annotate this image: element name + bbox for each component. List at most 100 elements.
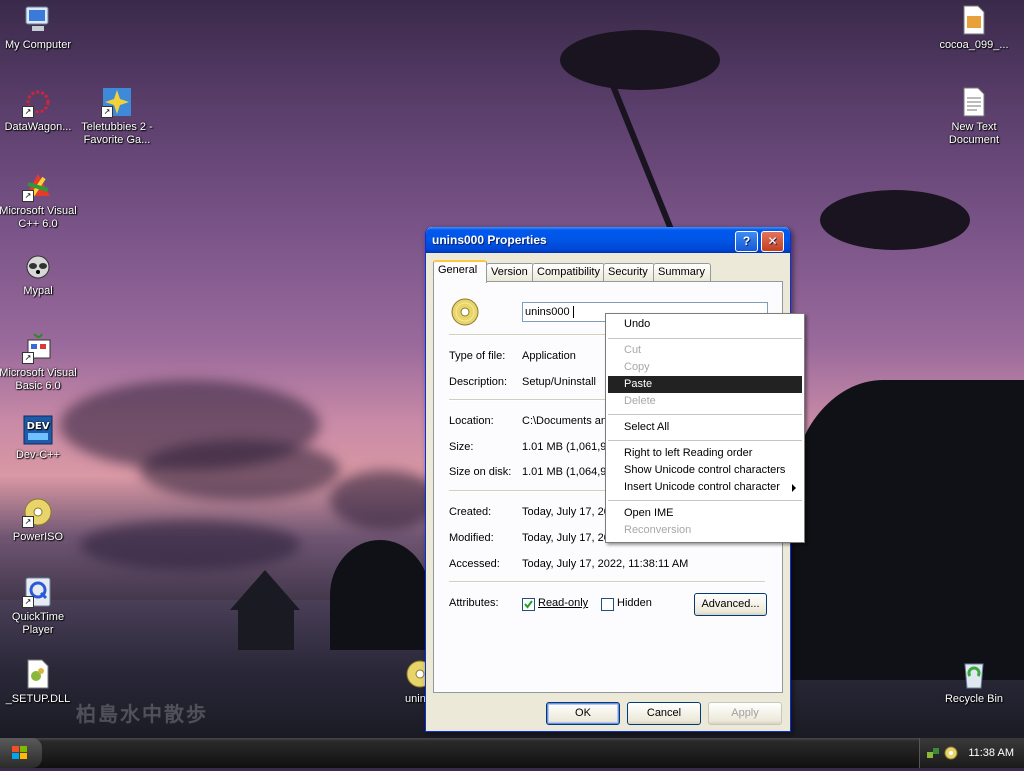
menu-item-open-ime[interactable]: Open IME	[608, 505, 802, 522]
attributes-label: Attributes:	[449, 597, 499, 609]
cd-disc-icon[interactable]	[944, 746, 958, 760]
desktop-icon-setup-dll[interactable]: _SETUP.DLL	[0, 658, 78, 706]
hidden-label[interactable]: Hidden	[617, 597, 652, 609]
wallpaper-palm-trunk	[602, 66, 684, 254]
wallpaper-cloud	[140, 440, 340, 500]
accessed-label: Accessed:	[449, 558, 500, 570]
window-titlebar[interactable]: unins000 Properties ? ✕	[426, 227, 790, 253]
visual-basic-icon: ↗	[22, 332, 54, 364]
tab-security[interactable]: Security	[603, 263, 655, 281]
teletubbies-icon: ↗	[101, 86, 133, 118]
menu-item-reconversion[interactable]: Reconversion	[608, 522, 802, 539]
network-icon[interactable]	[926, 746, 940, 760]
menu-item-delete[interactable]: Delete	[608, 393, 802, 410]
shortcut-arrow-icon: ↗	[22, 352, 34, 364]
shortcut-arrow-icon: ↗	[101, 106, 113, 118]
desktop-icon-recycle-bin[interactable]: Recycle Bin	[934, 658, 1014, 706]
desktop-icon-label: DataWagon...	[4, 121, 72, 133]
desktop-icon-mypal[interactable]: Mypal	[0, 250, 78, 298]
menu-item-copy[interactable]: Copy	[608, 359, 802, 376]
description-label: Description:	[449, 376, 508, 388]
help-button[interactable]: ?	[735, 231, 758, 252]
desktop-icon-dev-cpp[interactable]: DEV Dev-C++	[0, 414, 78, 462]
system-tray: 11:38 AM	[919, 738, 1024, 768]
desktop-icon-label: Microsoft Visual C++ 6.0	[0, 205, 77, 230]
menu-item-cut[interactable]: Cut	[608, 342, 802, 359]
start-button[interactable]	[0, 738, 42, 768]
created-value: Today, July 17, 20	[522, 506, 610, 518]
size-on-disk-value: 1.01 MB (1,064,9	[522, 466, 607, 478]
desktop-icon-datawagon[interactable]: ↗ DataWagon...	[0, 86, 78, 134]
datawagon-icon: ↗	[22, 86, 54, 118]
image-file-icon	[958, 4, 990, 36]
svg-text:DEV: DEV	[27, 421, 50, 432]
desktop-icon-teletubbies[interactable]: ↗ Teletubbies 2 - Favorite Ga...	[77, 86, 157, 147]
desktop-icon-label: Mypal	[23, 285, 53, 297]
readonly-checkbox[interactable]	[522, 598, 535, 611]
wallpaper-cloud	[330, 470, 440, 530]
shortcut-arrow-icon: ↗	[22, 516, 34, 528]
advanced-button[interactable]: Advanced...	[694, 593, 767, 616]
desktop-icon-poweriso[interactable]: ↗ PowerISO	[0, 496, 78, 544]
close-button[interactable]: ✕	[761, 231, 784, 252]
desktop-icon-quicktime[interactable]: ↗ QuickTime Player	[0, 576, 78, 637]
menu-item-label: Insert Unicode control character	[624, 481, 780, 493]
windows-logo-icon	[12, 746, 27, 759]
cd-disc-icon: ↗	[22, 496, 54, 528]
hidden-checkbox[interactable]	[601, 598, 614, 611]
desktop-icon-visual-cpp[interactable]: ↗ Microsoft Visual C++ 6.0	[0, 170, 78, 231]
raccoon-icon	[22, 250, 54, 282]
menu-separator	[608, 500, 802, 501]
desktop-icon-label: _SETUP.DLL	[5, 693, 71, 705]
desktop-icon-label: cocoa_099_...	[939, 39, 1009, 51]
submenu-arrow-icon	[792, 484, 796, 492]
dll-file-icon	[22, 658, 54, 690]
readonly-label[interactable]: Read-only	[538, 597, 588, 609]
menu-item-show-unicode[interactable]: Show Unicode control characters	[608, 462, 802, 479]
menu-item-insert-unicode[interactable]: Insert Unicode control character	[608, 479, 802, 496]
tab-compatibility[interactable]: Compatibility	[532, 263, 605, 281]
cancel-button[interactable]: Cancel	[627, 702, 701, 725]
wallpaper-pier	[238, 610, 294, 650]
file-icon	[449, 296, 481, 328]
description-value: Setup/Uninstall	[522, 376, 596, 388]
menu-item-select-all[interactable]: Select All	[608, 419, 802, 436]
desktop-icon-label: PowerISO	[12, 531, 64, 543]
menu-item-undo[interactable]: Undo	[608, 316, 802, 333]
location-label: Location:	[449, 415, 494, 427]
size-on-disk-label: Size on disk:	[449, 466, 512, 478]
wallpaper-hut	[230, 570, 300, 610]
file-name-value: unins000	[525, 306, 570, 318]
menu-item-rtl-reading-order[interactable]: Right to left Reading order	[608, 445, 802, 462]
quicktime-icon: ↗	[22, 576, 54, 608]
desktop-icon-new-text-document[interactable]: New Text Document	[934, 86, 1014, 147]
wallpaper-island	[330, 540, 430, 650]
tab-summary[interactable]: Summary	[653, 263, 711, 281]
apply-button[interactable]: Apply	[708, 702, 782, 725]
desktop-icon-cocoa[interactable]: cocoa_099_...	[934, 4, 1014, 52]
visual-cpp-icon: ↗	[22, 170, 54, 202]
desktop-icon-label: Teletubbies 2 - Favorite Ga...	[81, 121, 153, 146]
taskbar: 11:38 AM	[0, 738, 1024, 768]
text-caret	[572, 306, 574, 319]
ok-button[interactable]: OK	[546, 702, 620, 725]
menu-item-paste[interactable]: Paste	[608, 376, 802, 393]
type-label: Type of file:	[449, 350, 506, 362]
accessed-value: Today, July 17, 2022, 11:38:11 AM	[522, 558, 689, 570]
dev-cpp-icon: DEV	[22, 414, 54, 446]
desktop-icon-my-computer[interactable]: My Computer	[0, 4, 78, 52]
taskbar-clock[interactable]: 11:38 AM	[968, 738, 1014, 768]
wallpaper-watermark: 柏島水中散歩	[76, 702, 208, 726]
desktop-icon-label: Microsoft Visual Basic 6.0	[0, 367, 77, 392]
desktop-icon-label: Dev-C++	[15, 449, 61, 461]
menu-separator	[608, 414, 802, 415]
size-label: Size:	[449, 441, 474, 453]
desktop-icon-visual-basic[interactable]: ↗ Microsoft Visual Basic 6.0	[0, 332, 78, 393]
wallpaper-trees	[790, 380, 1024, 680]
tab-general[interactable]: General	[433, 260, 487, 283]
wallpaper-palm-leaves	[820, 190, 970, 250]
modified-label: Modified:	[449, 532, 494, 544]
checkmark-icon	[524, 600, 533, 609]
tab-version[interactable]: Version	[486, 263, 534, 281]
computer-icon	[22, 4, 54, 36]
